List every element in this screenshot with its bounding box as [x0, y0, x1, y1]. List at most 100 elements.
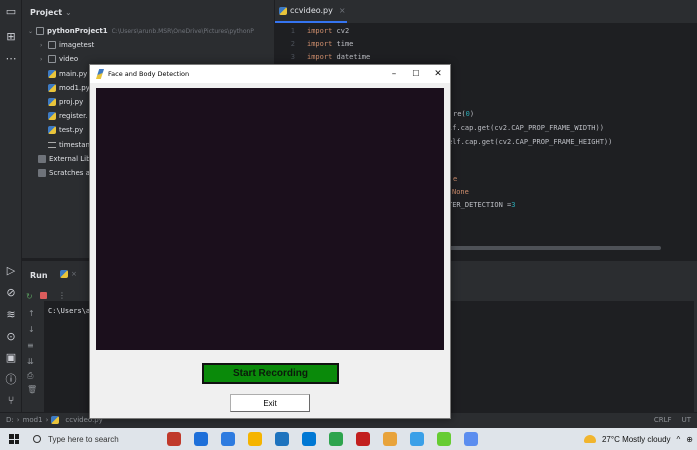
taskbar-app-icon[interactable]	[383, 432, 397, 446]
taskbar-app-icon[interactable]	[167, 432, 181, 446]
tree-item-label: mod1.py	[59, 83, 90, 92]
horizontal-scrollbar[interactable]	[435, 246, 661, 250]
taskbar-app-icon[interactable]	[275, 432, 289, 446]
windows-start-icon[interactable]	[9, 434, 19, 444]
video-canvas	[96, 88, 444, 350]
library-icon	[38, 154, 46, 163]
more-icon[interactable]: ⋯	[4, 52, 18, 66]
tree-item-label: timestan	[59, 140, 90, 149]
tab-label: ccvideo.py	[290, 6, 333, 15]
more-vertical-icon[interactable]: ⋮	[58, 291, 66, 300]
python-packages-icon[interactable]: ⊘	[4, 286, 18, 300]
taskbar-app-icon[interactable]	[194, 432, 208, 446]
layers-icon[interactable]: ≋	[4, 308, 18, 322]
close-icon[interactable]: ×	[339, 6, 346, 15]
print-icon[interactable]: ⎙	[27, 371, 33, 381]
feather-icon	[96, 69, 104, 79]
status-right: CRLF UT	[654, 416, 691, 424]
system-tray: 27°C Mostly cloudy ^ ⊕	[583, 428, 693, 450]
run-panel-title: Run	[30, 271, 48, 280]
code-line: 2 import time	[275, 38, 697, 50]
line-number: 3	[290, 53, 295, 61]
chevron-right-icon[interactable]: ›	[40, 56, 48, 63]
taskbar-app-icon[interactable]	[437, 432, 451, 446]
rerun-icon[interactable]: ↻	[26, 292, 33, 301]
python-file-icon	[48, 126, 56, 135]
problems-icon[interactable]: ⓘ	[4, 373, 18, 387]
taskbar-search[interactable]: Type here to search	[33, 428, 145, 450]
code-fragment: TER_DETECTION = 3	[448, 201, 516, 209]
folder-icon[interactable]: ▭	[4, 5, 18, 19]
line-number: 1	[290, 27, 295, 35]
weather-icon[interactable]	[583, 435, 596, 443]
tree-item-label: test.py	[59, 126, 84, 135]
tree-item-label: proj.py	[59, 98, 84, 107]
start-recording-button[interactable]: Start Recording	[202, 363, 339, 384]
taskbar-app-icon[interactable]	[410, 432, 424, 446]
run-icon[interactable]: ▷	[4, 264, 18, 278]
taskbar-app-icon[interactable]	[464, 432, 478, 446]
breadcrumb-item[interactable]: mod1	[23, 416, 43, 424]
keyword: import	[307, 27, 333, 35]
tree-item-label: External Lib	[49, 154, 91, 163]
taskbar: Type here to search 27°C Mostly cloudy ^…	[0, 428, 697, 450]
tree-item[interactable]: ⌄ pythonProject1 C:\Users\arunb.MSR\OneDri…	[22, 24, 274, 38]
arrow-down-icon[interactable]: ↓	[28, 325, 35, 334]
code-text: cv2	[332, 27, 350, 35]
trash-icon[interactable]: 🗑	[27, 385, 37, 394]
tree-item[interactable]: › imagetest	[22, 38, 274, 52]
tree-item-label: imagetest	[59, 41, 95, 50]
text-file-icon	[48, 141, 56, 148]
console-line: C:\Users\a	[48, 307, 91, 315]
python-file-icon	[51, 416, 60, 424]
tree-item-label: pythonProject1	[47, 27, 108, 36]
close-button[interactable]: ✕	[428, 67, 448, 81]
window-titlebar[interactable]: Face and Body Detection – ☐ ✕	[90, 65, 450, 83]
taskbar-app-icon[interactable]	[248, 432, 262, 446]
chevron-right-icon: ›	[45, 416, 49, 424]
minimize-button[interactable]: –	[384, 67, 404, 81]
keyword: import	[307, 53, 333, 61]
maximize-button[interactable]: ☐	[406, 67, 426, 81]
structure-icon[interactable]: ⊞	[4, 30, 18, 44]
taskbar-app-icon[interactable]	[302, 432, 316, 446]
code-fragment: lf.cap.get(cv2.CAP_PROP_FRAME_WIDTH))	[448, 124, 604, 132]
code-fragment: re(0)	[453, 110, 475, 118]
code-line: 1 import cv2	[275, 25, 697, 37]
git-icon[interactable]: ⑂	[4, 394, 18, 408]
search-icon	[33, 435, 41, 443]
arrow-up-icon[interactable]: ↑	[28, 309, 35, 318]
chevron-down-icon[interactable]: ⌄	[65, 8, 72, 17]
taskbar-app-icon[interactable]	[356, 432, 370, 446]
exit-button[interactable]: Exit	[230, 394, 310, 412]
code-line: 3 import datetime	[275, 51, 697, 63]
tree-item-label: register.	[59, 112, 88, 121]
tab-ccvideo[interactable]: ccvideo.py ×	[279, 6, 346, 15]
library-icon	[38, 168, 46, 177]
encoding-indicator[interactable]: UT	[682, 416, 691, 424]
code-fragment: e	[453, 175, 458, 183]
code-text: time	[332, 40, 354, 48]
taskbar-app-icon[interactable]	[221, 432, 235, 446]
close-icon[interactable]: ×	[71, 270, 77, 278]
line-separator-indicator[interactable]: CRLF	[654, 416, 672, 424]
python-file-icon	[48, 98, 56, 107]
chevron-up-icon[interactable]: ^	[677, 435, 681, 444]
project-panel-header[interactable]: Project ⌄	[22, 0, 274, 24]
tree-item-label: Scratches a	[49, 168, 90, 177]
window-title: Face and Body Detection	[108, 70, 190, 78]
chevron-down-icon[interactable]: ⌄	[28, 28, 36, 35]
folder-icon	[48, 55, 56, 64]
breadcrumb-item[interactable]: D:	[6, 416, 14, 424]
terminal-icon[interactable]: ▣	[4, 351, 18, 365]
chevron-right-icon[interactable]: ›	[40, 42, 48, 49]
weather-text[interactable]: 27°C Mostly cloudy	[602, 435, 671, 444]
play-circle-icon[interactable]: ⊙	[4, 330, 18, 344]
run-tab[interactable]: ×	[60, 270, 77, 278]
network-icon[interactable]: ⊕	[686, 435, 693, 444]
taskbar-app-icon[interactable]	[329, 432, 343, 446]
soft-wrap-icon[interactable]: ≡	[27, 341, 34, 350]
stop-icon[interactable]	[40, 292, 47, 299]
code-fragment: None	[452, 188, 469, 196]
scroll-to-end-icon[interactable]: ⇊	[27, 357, 34, 366]
